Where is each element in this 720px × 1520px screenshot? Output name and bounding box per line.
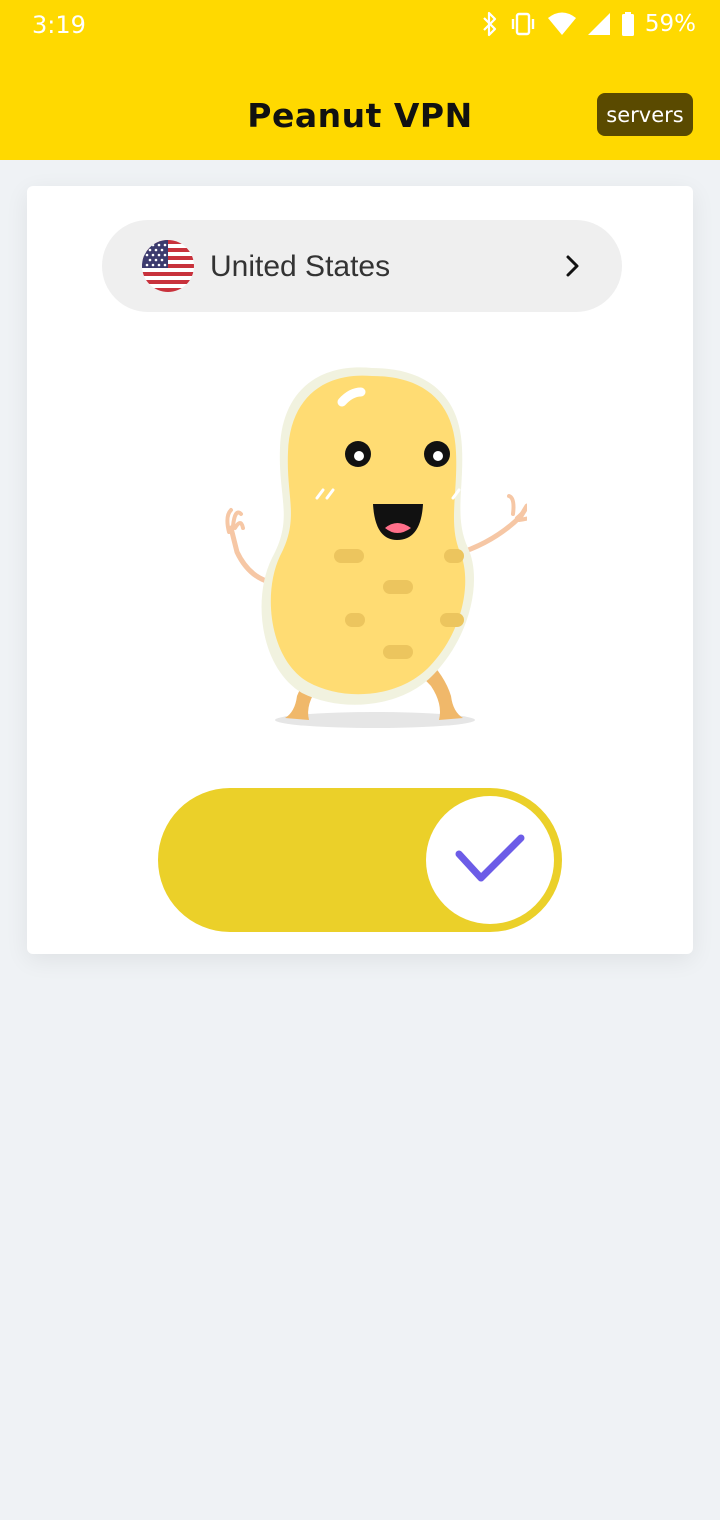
- country-selector[interactable]: United States: [102, 220, 622, 312]
- main-card: United States: [27, 186, 693, 954]
- chevron-right-icon: [566, 255, 579, 277]
- us-flag-icon: [142, 240, 194, 292]
- signal-icon: [587, 13, 610, 35]
- status-time: 3:19: [32, 11, 86, 39]
- battery-icon: [621, 12, 634, 36]
- checkmark-icon: [455, 834, 525, 882]
- vibrate-icon: [511, 12, 535, 36]
- connect-toggle[interactable]: [158, 788, 562, 932]
- status-bar: 3:19 59%: [0, 0, 720, 52]
- app-bar: Peanut VPN servers: [0, 52, 720, 160]
- bluetooth-icon: [483, 11, 496, 37]
- status-icons: 59%: [481, 10, 696, 38]
- peanut-mascot-illustration: [225, 367, 527, 728]
- servers-button[interactable]: servers: [597, 93, 693, 136]
- toggle-knob[interactable]: [426, 796, 554, 924]
- battery-percent: 59%: [644, 11, 696, 37]
- wifi-icon: [547, 12, 576, 35]
- country-name: United States: [210, 250, 391, 283]
